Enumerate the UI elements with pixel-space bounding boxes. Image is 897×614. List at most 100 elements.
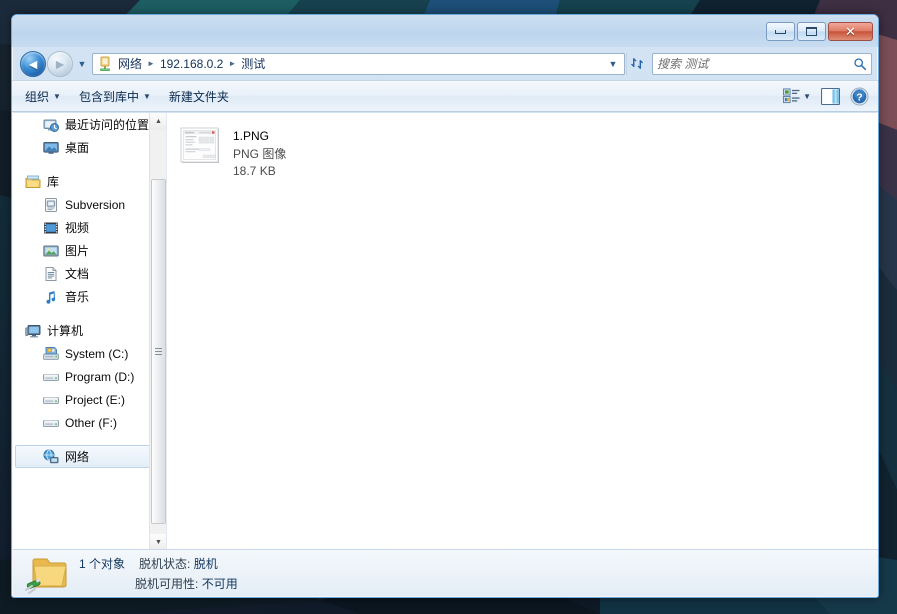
back-arrow-icon: ◄	[26, 55, 40, 72]
file-size: 18.7 KB	[233, 164, 276, 178]
offline-status-value: 脱机	[193, 556, 218, 571]
navigation-pane: 最近访问的位置 桌面 库 Subversion 视频 图片 文档 音乐 计算机 …	[13, 113, 167, 551]
search-input[interactable]: 搜索 测试	[657, 55, 853, 72]
breadcrumb-separator-icon: ►	[147, 59, 155, 68]
chevron-down-icon: ▼	[803, 91, 811, 101]
sidebar-item-label: 桌面	[65, 141, 90, 155]
sidebar-item-documents[interactable]: 文档	[13, 262, 166, 285]
history-dropdown-button[interactable]: ▼	[74, 51, 90, 77]
details-row-secondary: 脱机可用性: 不可用	[79, 575, 238, 592]
subversion-icon	[45, 197, 57, 212]
sidebar-item-other-f[interactable]: Other (F:)	[13, 411, 166, 434]
drive-icon	[43, 419, 59, 427]
sidebar-item-label: Project (E:)	[65, 392, 126, 407]
include-in-library-button[interactable]: 包含到库中 ▼	[70, 84, 160, 109]
videos-icon	[44, 222, 58, 233]
title-bar[interactable]: ✕	[12, 15, 878, 47]
minimize-button[interactable]	[766, 22, 795, 41]
music-icon	[46, 290, 56, 304]
offline-availability-group: 脱机可用性: 不可用	[135, 575, 238, 592]
preview-pane-button[interactable]	[816, 85, 845, 108]
address-bar[interactable]: 网络 ► 192.168.0.2 ► 测试 ▼	[92, 52, 625, 75]
new-folder-label: 新建文件夹	[168, 89, 229, 104]
network-share-icon	[100, 56, 110, 71]
chevron-down-icon: ▼	[77, 58, 87, 69]
sidebar-item-label: Program (D:)	[65, 369, 135, 384]
computer-icon	[25, 324, 41, 337]
sidebar-scrollbar[interactable]: ▲ ▼	[149, 113, 166, 551]
chevron-down-icon: ▼	[53, 91, 61, 101]
sidebar-item-label: System (C:)	[65, 346, 129, 361]
sidebar-item-recent-places[interactable]: 最近访问的位置	[13, 113, 166, 136]
triangle-up-icon: ▲	[155, 118, 162, 125]
include-in-library-label: 包含到库中	[78, 89, 139, 104]
minimize-icon	[775, 29, 786, 34]
drive-icon	[43, 396, 59, 404]
maximize-button[interactable]	[797, 22, 826, 41]
sidebar-item-system-c[interactable]: System (C:)	[13, 342, 166, 365]
sidebar-item-label: Other (F:)	[65, 415, 118, 430]
forward-button[interactable]: ►	[47, 50, 73, 77]
navigation-tree: 最近访问的位置 桌面 库 Subversion 视频 图片 文档 音乐 计算机 …	[13, 113, 166, 468]
search-icon[interactable]	[853, 57, 867, 71]
change-view-icon	[783, 88, 800, 104]
new-folder-button[interactable]: 新建文件夹	[160, 84, 238, 109]
sidebar-item-network[interactable]: 网络	[15, 445, 165, 468]
organize-label: 组织	[25, 89, 50, 104]
window-controls: ✕	[766, 22, 873, 41]
svg-text:?: ?	[856, 92, 862, 103]
sidebar-item-desktop[interactable]: 桌面	[13, 136, 166, 159]
item-count: 1 个对象	[79, 556, 126, 571]
sidebar-item-libraries[interactable]: 库	[13, 170, 166, 193]
organize-menu-button[interactable]: 组织 ▼	[16, 84, 70, 109]
sidebar-item-subversion[interactable]: Subversion	[13, 193, 166, 216]
explorer-window: ✕ ◄ ► ▼ 网络 ► 192.168.0.2 ► 测试 ▼ 搜索 测试 组织…	[11, 14, 879, 598]
window-body: 最近访问的位置 桌面 库 Subversion 视频 图片 文档 音乐 计算机 …	[13, 113, 878, 551]
sidebar-item-label: 视频	[65, 221, 90, 235]
offline-status-group: 脱机状态: 脱机	[139, 555, 218, 572]
close-button[interactable]: ✕	[828, 22, 873, 41]
breadcrumb-item-1[interactable]: 192.168.0.2	[157, 56, 226, 72]
change-view-button[interactable]: ▼	[778, 85, 816, 107]
triangle-down-icon: ▼	[155, 539, 162, 546]
recent-places-icon	[43, 119, 59, 132]
details-row-primary: 1 个对象 脱机状态: 脱机	[79, 555, 238, 572]
file-list-item[interactable]: 1.PNG PNG 图像 18.7 KB	[175, 123, 365, 180]
sidebar-item-project-e[interactable]: Project (E:)	[13, 388, 166, 411]
png-thumbnail-icon	[180, 127, 219, 163]
chevron-down-icon: ▼	[142, 91, 151, 101]
address-dropdown-button[interactable]: ▼	[604, 54, 622, 74]
search-box[interactable]: 搜索 测试	[652, 52, 872, 75]
file-list-pane[interactable]: 1.PNG PNG 图像 18.7 KB	[167, 113, 878, 551]
refresh-button[interactable]	[626, 52, 648, 75]
forward-arrow-icon: ►	[53, 55, 67, 72]
sidebar-item-label: 文档	[65, 267, 90, 281]
sidebar-item-pictures[interactable]: 图片	[13, 239, 166, 262]
breadcrumb-item-2[interactable]: 测试	[238, 54, 268, 73]
documents-icon	[45, 266, 57, 281]
grip-icon	[155, 348, 162, 355]
scrollbar-thumb[interactable]	[151, 179, 166, 524]
network-icon	[43, 449, 59, 463]
scroll-up-button[interactable]: ▲	[150, 113, 166, 130]
sidebar-item-label: Subversion	[65, 197, 126, 212]
file-name: 1.PNG	[233, 129, 270, 143]
sidebar-item-label: 图片	[65, 244, 90, 258]
sidebar-item-computer[interactable]: 计算机	[13, 319, 166, 342]
sidebar-item-label: 库	[47, 175, 60, 189]
desktop-icon	[43, 141, 59, 154]
maximize-icon	[806, 27, 817, 36]
breadcrumb-item-0[interactable]: 网络	[115, 54, 145, 73]
help-button[interactable]: ?	[845, 84, 874, 109]
breadcrumb-separator-icon: ►	[228, 59, 237, 68]
sidebar-item-program-d[interactable]: Program (D:)	[13, 365, 166, 388]
help-icon: ?	[850, 86, 869, 106]
sidebar-separator	[13, 434, 166, 445]
sidebar-item-music[interactable]: 音乐	[13, 285, 166, 308]
back-button[interactable]: ◄	[20, 50, 46, 77]
sidebar-item-label: 网络	[65, 450, 90, 464]
resize-grip[interactable]	[864, 583, 876, 595]
sidebar-item-videos[interactable]: 视频	[13, 216, 166, 239]
sidebar-item-label: 音乐	[65, 290, 90, 304]
details-text: 1 个对象 脱机状态: 脱机 脱机可用性: 不可用	[79, 555, 238, 592]
